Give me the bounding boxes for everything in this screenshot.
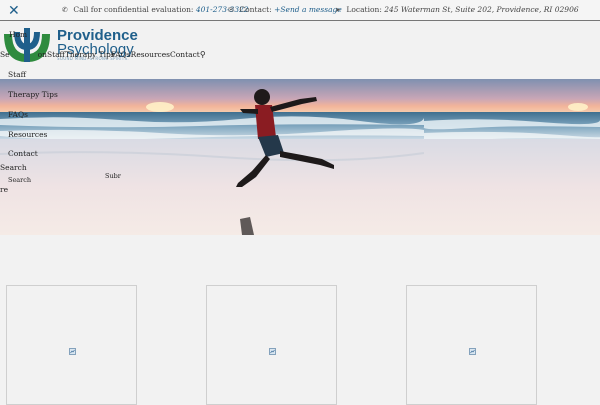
phone-icon: ✆: [62, 6, 68, 14]
send-message-link[interactable]: +Send a message: [274, 5, 342, 14]
content-card-3[interactable]: [406, 285, 537, 405]
search-label: Search: [0, 163, 27, 172]
menu-item-therapy-tips[interactable]: Therapy Tips: [8, 90, 58, 99]
close-icon[interactable]: ✕: [8, 4, 20, 18]
menu-item-resources[interactable]: Resources: [8, 130, 47, 139]
call-info: ✆ Call for confidential evaluation: 401-…: [62, 5, 249, 14]
top-bar: ✕ ✆ Call for confidential evaluation: 40…: [0, 0, 600, 21]
broken-image-icon: [69, 348, 76, 355]
menu-item-cut[interactable]: re: [0, 185, 8, 194]
menu-item-staff[interactable]: Staff: [8, 70, 26, 79]
search-input[interactable]: Search: [8, 176, 31, 184]
home-nav-partial[interactable]: Hom: [9, 30, 27, 39]
location-info: ➤ Location: 245 Waterman St, Suite 202, …: [335, 5, 579, 14]
search-icon[interactable]: ⚲: [200, 50, 206, 59]
broken-image-icon: [469, 348, 476, 355]
main-nav: Se onStaffTherapy TipsFAQsResourcesContac…: [0, 50, 206, 59]
nav-item-on[interactable]: on: [38, 50, 47, 59]
nav-item-contact[interactable]: Contact: [170, 50, 200, 59]
search-submit-button[interactable]: Subr: [105, 172, 121, 180]
envelope-icon: ✉: [228, 6, 234, 14]
contact-label: Contact:: [239, 5, 272, 14]
location-value: 245 Waterman St, Suite 202, Providence, …: [384, 5, 579, 14]
broken-image-icon: [269, 348, 276, 355]
menu-item-faqs[interactable]: FAQs: [8, 110, 28, 119]
call-label: Call for confidential evaluation:: [73, 5, 194, 14]
nav-item-se[interactable]: Se: [0, 50, 10, 59]
nav-item-faqs[interactable]: FAQs: [111, 50, 131, 59]
nav-item-therapy-tips[interactable]: Therapy Tips: [65, 50, 115, 59]
content-card-2[interactable]: [206, 285, 337, 405]
nav-item-resources[interactable]: Resources: [131, 50, 170, 59]
content-card-1[interactable]: [6, 285, 137, 405]
hero-banner: [0, 79, 600, 235]
location-label: Location:: [346, 5, 382, 14]
menu-item-contact[interactable]: Contact: [8, 149, 38, 158]
contact-info: ✉ Contact: +Send a message: [228, 5, 342, 14]
location-arrow-icon: ➤: [335, 6, 341, 14]
nav-item-staff[interactable]: Staff: [47, 50, 65, 59]
